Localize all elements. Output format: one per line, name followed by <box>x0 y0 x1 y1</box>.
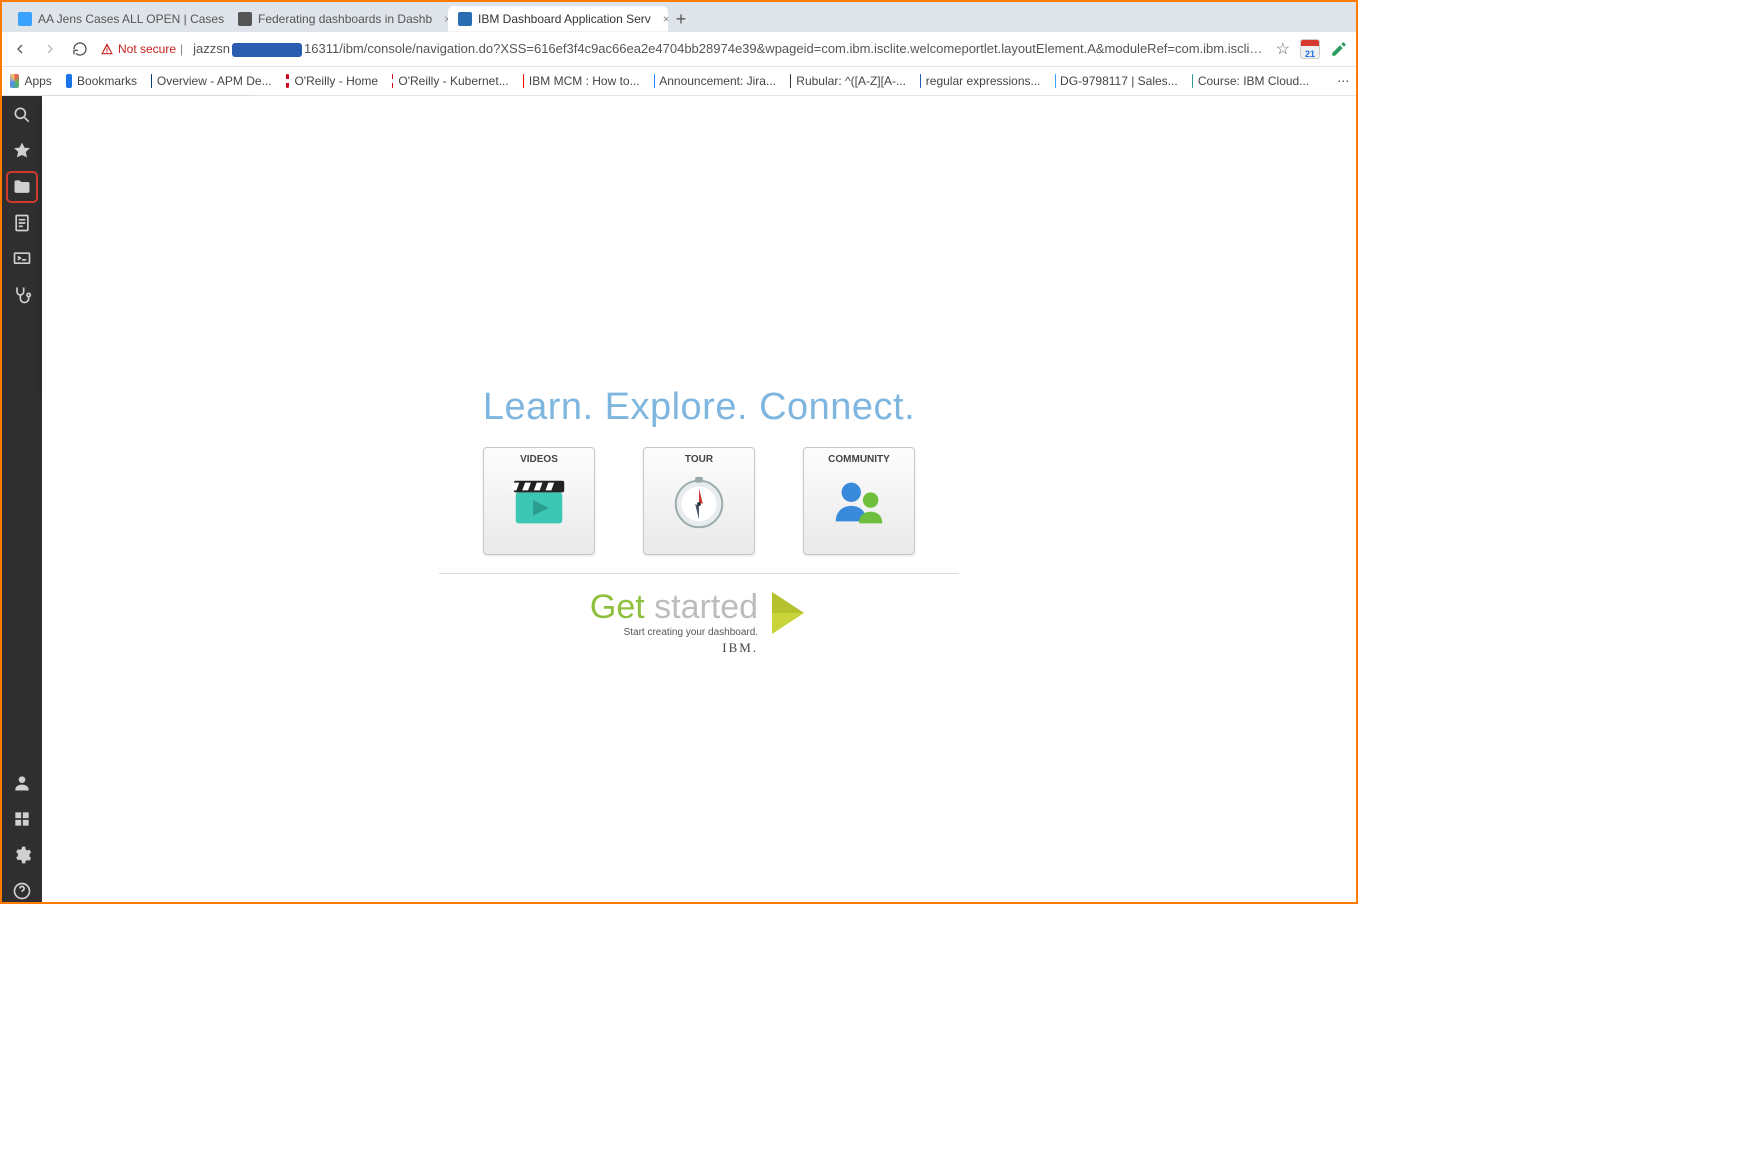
favicon <box>392 74 393 88</box>
help-icon[interactable] <box>11 880 33 902</box>
card-title: VIDEOS <box>520 454 558 465</box>
bookmark-item[interactable]: O'Reilly - Kubernet... <box>392 74 509 88</box>
browser-tab[interactable]: AA Jens Cases ALL OPEN | Cases × <box>8 6 228 32</box>
reload-button[interactable] <box>70 39 90 59</box>
community-card[interactable]: COMMUNITY <box>803 447 915 555</box>
browser-tab-strip: AA Jens Cases ALL OPEN | Cases × Federat… <box>2 2 1356 32</box>
compass-icon <box>668 471 730 533</box>
stethoscope-icon[interactable] <box>11 284 33 306</box>
card-title: TOUR <box>685 454 713 465</box>
left-sidebar <box>2 96 42 902</box>
back-button[interactable] <box>10 39 30 59</box>
browser-tab[interactable]: Federating dashboards in Dashb × <box>228 6 448 32</box>
bookmark-item[interactable]: Bookmarks <box>66 74 137 88</box>
new-tab-button[interactable]: + <box>668 6 694 32</box>
star-icon[interactable] <box>11 140 33 162</box>
get-started-row[interactable]: Get started Start creating your dashboar… <box>439 588 959 656</box>
play-arrow-icon <box>768 588 808 638</box>
addr-bar: Not secure | jazzsn16311/ibm/console/nav… <box>2 32 1356 67</box>
search-icon[interactable] <box>11 104 33 126</box>
main-content: Learn. Explore. Connect. VIDEOS TOUR COM… <box>42 96 1356 902</box>
bookmark-item[interactable]: IBM MCM : How to... <box>523 74 640 88</box>
bookmark-item[interactable]: Overview - APM De... <box>151 74 272 88</box>
bookmark-item[interactable]: Announcement: Jira... <box>654 74 776 88</box>
folder-icon[interactable] <box>11 176 33 198</box>
bookmark-overflow-button[interactable]: ⋯ <box>1337 74 1348 88</box>
star-icon <box>66 74 72 88</box>
not-secure-chip[interactable]: Not secure | <box>100 42 183 56</box>
favicon <box>151 74 152 88</box>
chevron-right-icon: ⋯ <box>1337 74 1348 88</box>
gear-icon[interactable] <box>11 844 33 866</box>
welcome-panel: Learn. Explore. Connect. VIDEOS TOUR COM… <box>439 386 959 656</box>
user-icon[interactable] <box>11 772 33 794</box>
videos-card[interactable]: VIDEOS <box>483 447 595 555</box>
browser-window: AA Jens Cases ALL OPEN | Cases × Federat… <box>0 0 1358 904</box>
youtube-icon <box>523 74 524 88</box>
get-started-subtitle: Start creating your dashboard. <box>590 627 758 638</box>
browser-tab-active[interactable]: IBM Dashboard Application Serv × <box>448 6 668 32</box>
redacted-host <box>232 43 302 57</box>
pencil-extension-icon[interactable] <box>1330 40 1348 58</box>
tour-card[interactable]: TOUR <box>643 447 755 555</box>
favicon <box>286 74 290 88</box>
favicon <box>1055 74 1056 88</box>
forward-button[interactable] <box>40 39 60 59</box>
favicon <box>654 74 655 88</box>
tab-label: Federating dashboards in Dashb <box>258 12 432 26</box>
favicon <box>920 74 921 88</box>
welcome-cards-row: VIDEOS TOUR COMMUNITY <box>439 447 959 574</box>
address-field[interactable]: jazzsn16311/ibm/console/navigation.do?XS… <box>193 41 1266 57</box>
app-body: Default Test Windows-Memory Neu Tivoli E… <box>2 96 1356 902</box>
salesforce-icon <box>18 12 32 26</box>
clapper-icon <box>508 471 570 533</box>
bookmarks-bar: Apps Bookmarks Overview - APM De... O'Re… <box>2 67 1356 96</box>
headline: Learn. Explore. Connect. <box>439 386 959 429</box>
calendar-extension-icon[interactable]: 21 <box>1300 39 1320 59</box>
ibm-icon <box>458 12 472 26</box>
apps-button[interactable]: Apps <box>10 74 52 88</box>
bookmark-star-icon[interactable]: ☆ <box>1276 39 1290 59</box>
favicon <box>1192 74 1193 88</box>
dash-icon <box>238 12 252 26</box>
bookmark-item[interactable]: regular expressions... <box>920 74 1041 88</box>
favicon <box>790 74 791 88</box>
people-icon <box>828 471 890 533</box>
document-icon[interactable] <box>11 212 33 234</box>
tab-label: AA Jens Cases ALL OPEN | Cases <box>38 12 224 26</box>
apps-grid-icon <box>10 74 19 88</box>
bookmark-item[interactable]: O'Reilly - Home <box>286 74 379 88</box>
card-title: COMMUNITY <box>828 454 890 465</box>
bookmark-item[interactable]: DG-9798117 | Sales... <box>1055 74 1178 88</box>
tab-label: IBM Dashboard Application Serv <box>478 12 651 26</box>
console-icon[interactable] <box>11 248 33 270</box>
get-started-title: Get started <box>590 588 758 627</box>
bookmark-item[interactable]: Course: IBM Cloud... <box>1192 74 1310 88</box>
ibm-logo: IBM. <box>590 640 758 656</box>
bookmark-item[interactable]: Rubular: ^([A-Z][A-... <box>790 74 906 88</box>
grid-icon[interactable] <box>11 808 33 830</box>
